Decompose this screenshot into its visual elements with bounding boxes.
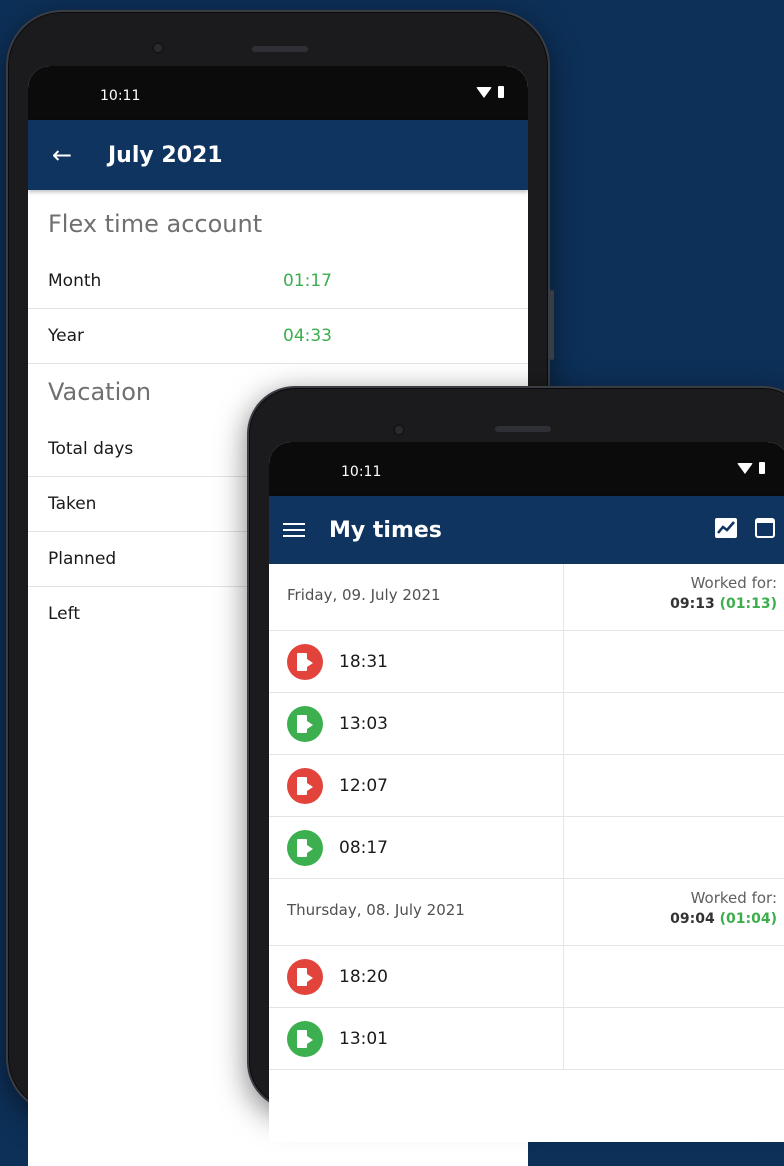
status-bar: 10:11 (269, 442, 784, 496)
worked-total-value: 09:13 (670, 596, 715, 612)
worked-summary: Worked for: 09:04 (01:04) (670, 889, 777, 927)
worked-total: 09:04 (01:04) (670, 911, 777, 927)
row-label: Planned (48, 549, 117, 569)
worked-total: 09:13 (01:13) (670, 596, 777, 612)
battery-icon (759, 462, 765, 474)
column-divider (563, 564, 564, 1070)
status-icons (476, 86, 504, 98)
battery-icon (498, 86, 504, 98)
day-header: Friday, 09. July 2021 Worked for: 09:13 … (269, 564, 784, 631)
menu-icon[interactable] (283, 523, 305, 537)
clock-in-icon (287, 829, 323, 866)
status-icons (737, 462, 765, 474)
section-title-flex: Flex time account (48, 210, 263, 238)
time-entry[interactable]: 12:07 (269, 755, 784, 817)
clock-out-icon (287, 958, 323, 995)
calendar-icon[interactable] (755, 518, 775, 538)
row-label: Total days (48, 439, 134, 459)
screen-my-times: 10:11 My times Friday, 09. July 2021 Wor (269, 442, 784, 1142)
clock-out-icon (287, 643, 323, 680)
status-time: 10:11 (341, 464, 382, 480)
day-header: Thursday, 08. July 2021 Worked for: 09:0… (269, 879, 784, 946)
time-entry[interactable]: 18:20 (269, 946, 784, 1008)
worked-label: Worked for: (690, 889, 777, 907)
time-entry[interactable]: 13:03 (269, 693, 784, 755)
clock-in-icon (287, 705, 323, 742)
flex-row-year: Year 04:33 (28, 309, 528, 363)
time-entry[interactable]: 08:17 (269, 817, 784, 879)
wifi-icon (476, 86, 492, 98)
row-value: 04:33 (283, 326, 332, 346)
day-date: Thursday, 08. July 2021 (287, 901, 465, 919)
app-bar: ← July 2021 (28, 120, 528, 190)
worked-summary: Worked for: 09:13 (01:13) (670, 574, 777, 612)
worked-flex-value: (01:13) (719, 596, 777, 612)
app-bar: My times (269, 496, 784, 564)
row-label: Month (48, 271, 102, 291)
front-camera (393, 424, 405, 436)
time-entry[interactable]: 18:31 (269, 631, 784, 693)
worked-total-value: 09:04 (670, 911, 715, 927)
entry-time: 13:03 (339, 713, 388, 734)
entry-time: 18:20 (339, 966, 388, 987)
worked-label: Worked for: (690, 574, 777, 592)
entry-time: 12:07 (339, 775, 388, 796)
row-value: 01:17 (283, 271, 332, 291)
chart-icon[interactable] (715, 518, 737, 538)
page-title: July 2021 (108, 142, 223, 168)
app-bar-actions (715, 518, 775, 538)
status-bar: 10:11 (28, 66, 528, 120)
wifi-icon (737, 462, 753, 474)
row-label: Left (48, 604, 80, 624)
time-entry[interactable]: 13:01 (269, 1008, 784, 1070)
phone-front: 10:11 My times Friday, 09. July 2021 Wor (247, 386, 784, 1142)
entry-time: 18:31 (339, 651, 388, 672)
flex-row-month: Month 01:17 (28, 254, 528, 309)
front-camera (152, 42, 164, 54)
flex-rows: Month 01:17 Year 04:33 (28, 254, 528, 364)
status-time: 10:11 (100, 88, 141, 104)
entry-time: 08:17 (339, 837, 388, 858)
page-title: My times (329, 517, 442, 543)
row-label: Taken (48, 494, 97, 514)
earpiece-speaker (252, 46, 308, 52)
day-date: Friday, 09. July 2021 (287, 586, 441, 604)
earpiece-speaker (495, 426, 551, 432)
time-list: Friday, 09. July 2021 Worked for: 09:13 … (269, 564, 784, 1070)
worked-flex-value: (01:04) (719, 911, 777, 927)
side-button (550, 290, 554, 360)
clock-out-icon (287, 767, 323, 804)
row-label: Year (48, 326, 84, 346)
clock-in-icon (287, 1020, 323, 1057)
back-arrow-icon[interactable]: ← (52, 141, 76, 169)
